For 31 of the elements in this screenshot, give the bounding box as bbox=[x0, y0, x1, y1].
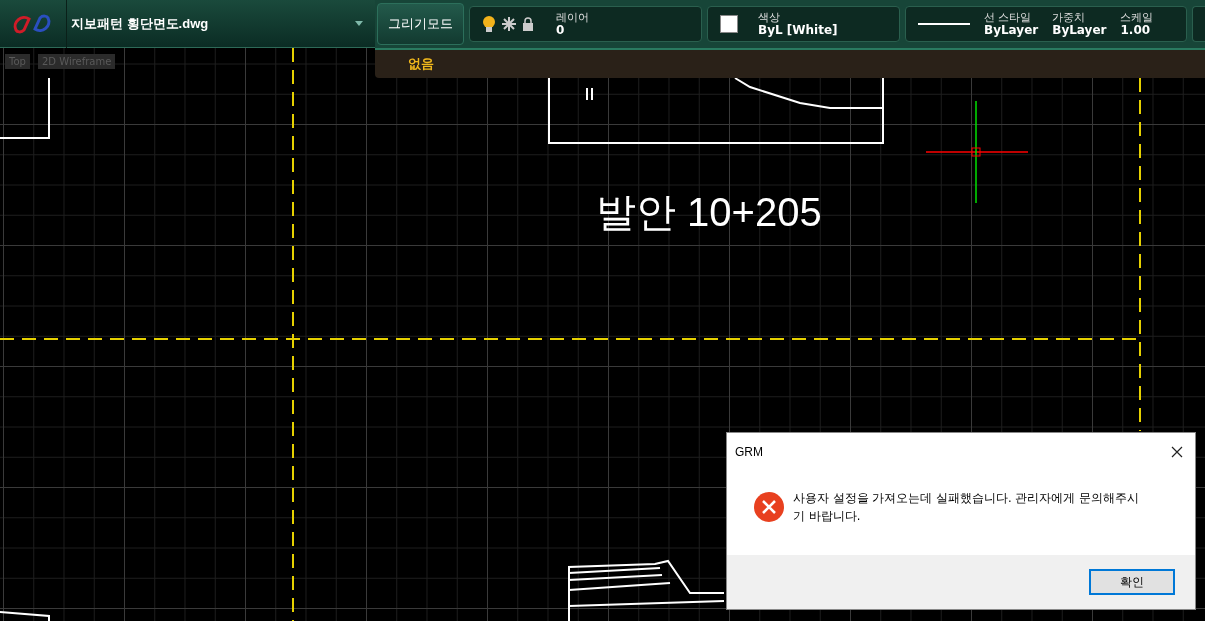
color-label: 색상 bbox=[758, 11, 781, 24]
linetype-sample-icon bbox=[918, 23, 970, 25]
layer-panel[interactable]: 레이어 0 bbox=[469, 6, 702, 42]
section-outline bbox=[0, 77, 50, 139]
color-value: ByL [White] bbox=[758, 24, 838, 37]
file-name: 지보패턴 횡단면도.dwg bbox=[71, 14, 209, 33]
property-value: ByLayer bbox=[1052, 24, 1107, 37]
layer-value: 0 bbox=[556, 24, 566, 37]
property-value: 1.00 bbox=[1120, 24, 1152, 37]
section-outline bbox=[0, 611, 50, 621]
property-label: 가중치 bbox=[1052, 11, 1087, 24]
cursor-crosshair-icon bbox=[925, 100, 1029, 204]
error-message: 사용자 설정을 가져오는데 실패했습니다. 관리자에게 문의해주시기 바랍니다. bbox=[793, 490, 1140, 525]
status-text: 없음 bbox=[408, 55, 434, 73]
property-value: ByLayer bbox=[984, 24, 1039, 37]
close-icon[interactable] bbox=[1171, 446, 1183, 458]
line-properties-panel[interactable]: 선 스타일 ByLayer 가중치 ByLayer 스케일 1.00 bbox=[905, 6, 1187, 42]
color-panel[interactable]: 색상 ByL [White] bbox=[707, 6, 900, 42]
caret-icon bbox=[355, 21, 363, 26]
lock-icon bbox=[522, 17, 534, 31]
property-label: 스케일 bbox=[1120, 11, 1154, 24]
lightbulb-icon bbox=[482, 15, 496, 33]
ok-button[interactable]: 확인 bbox=[1089, 569, 1175, 595]
property-label: 선 스타일 bbox=[984, 11, 1033, 24]
snowflake-icon bbox=[502, 17, 516, 31]
error-icon bbox=[753, 491, 785, 523]
color-swatch bbox=[720, 15, 738, 33]
dialog-title: GRM bbox=[735, 445, 763, 459]
drawing-label: 발안 10+205 bbox=[596, 189, 822, 236]
layer-label: 레이어 bbox=[556, 11, 589, 24]
draw-mode-button[interactable]: 그리기모드 bbox=[377, 3, 464, 45]
